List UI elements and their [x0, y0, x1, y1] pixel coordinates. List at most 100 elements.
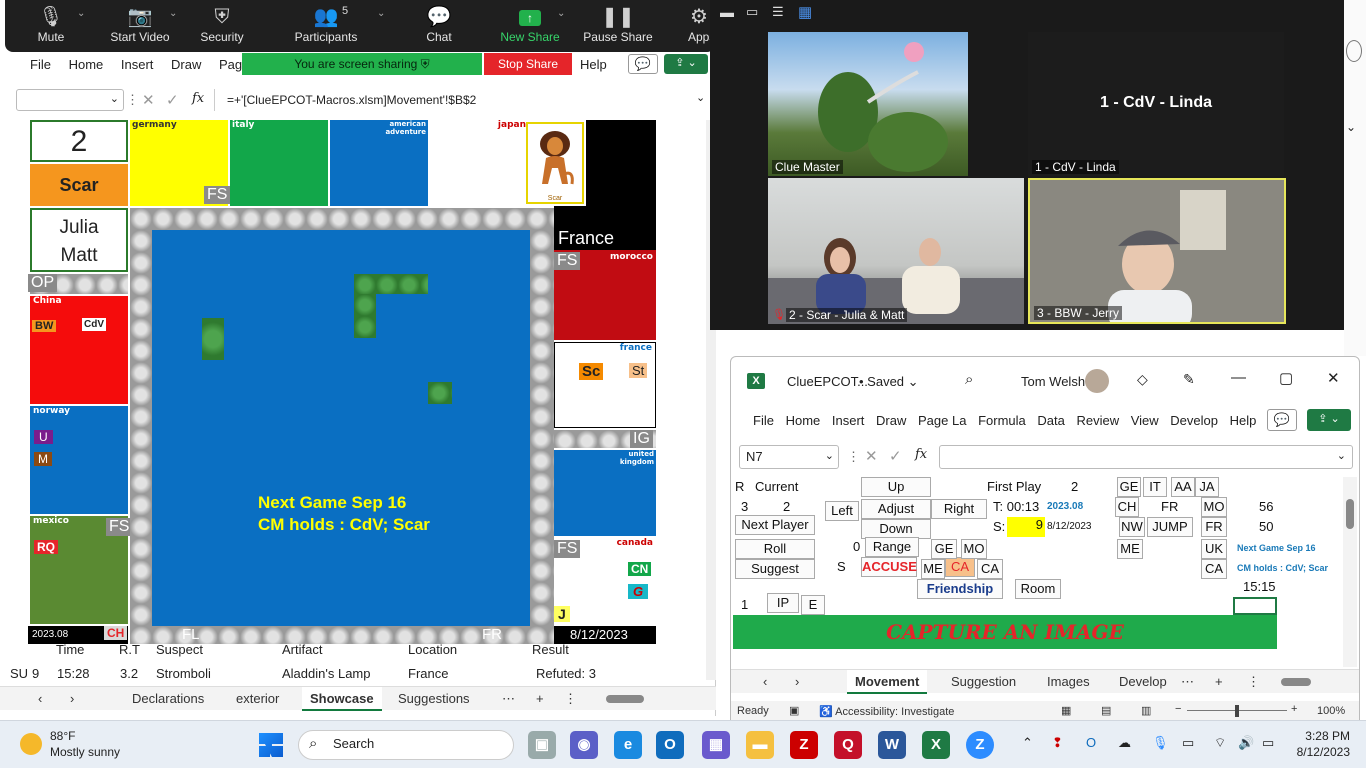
menu-review[interactable]: Review: [1076, 413, 1119, 428]
start-video-button[interactable]: 📷 Start Video: [105, 4, 175, 44]
menu-home[interactable]: Home: [69, 57, 104, 72]
chevron-down-icon[interactable]: ⌄: [557, 8, 565, 19]
stop-share-button[interactable]: Stop Share: [484, 53, 572, 75]
menu-insert[interactable]: Insert: [121, 57, 154, 72]
tab-suggestions[interactable]: Suggestions: [390, 687, 478, 711]
nw-button[interactable]: NW: [1119, 517, 1145, 537]
mo-button[interactable]: MO: [961, 539, 987, 559]
page-break-icon[interactable]: ▥: [1141, 704, 1151, 717]
american-adventure-room[interactable]: american adventure: [330, 120, 428, 206]
formula-input[interactable]: =+'[ClueEPCOT-Macros.xlsm]Movement'!$B$2: [214, 89, 708, 111]
minimize-window-icon[interactable]: —: [1231, 369, 1246, 386]
clock-time[interactable]: 3:28 PM: [1302, 729, 1350, 743]
close-window-icon[interactable]: ✕: [1327, 369, 1340, 387]
tab-menu-icon[interactable]: ⋮: [1239, 670, 1268, 694]
ca-button-3[interactable]: CA: [1201, 559, 1227, 579]
zoom-slider-thumb[interactable]: [1235, 705, 1239, 717]
tab-movement[interactable]: Movement: [847, 670, 928, 694]
new-share-button[interactable]: ↑ New Share: [497, 4, 563, 44]
maximize-window-icon[interactable]: ▢: [1279, 369, 1293, 387]
volume-icon[interactable]: 🔊: [1238, 735, 1254, 751]
menu-formulas[interactable]: Formula: [978, 413, 1026, 428]
search-icon[interactable]: ⌕: [965, 371, 973, 388]
chevron-down-icon[interactable]: ⌄: [377, 8, 385, 19]
file-explorer-icon[interactable]: ▬: [746, 731, 774, 759]
vertical-scrollbar[interactable]: [1343, 477, 1357, 667]
weather-sun-icon[interactable]: [20, 733, 42, 755]
ca-button[interactable]: CA: [945, 557, 975, 577]
selected-cell-n7[interactable]: [1233, 597, 1277, 615]
ch-button[interactable]: CH: [1115, 497, 1139, 517]
speaker-view-icon[interactable]: ☰: [772, 4, 784, 20]
tab-prev-icon[interactable]: ‹: [755, 670, 775, 694]
fr-button[interactable]: FR: [1201, 517, 1227, 537]
more-tabs-icon[interactable]: ⋯: [1173, 670, 1202, 694]
suggest-button[interactable]: Suggest: [735, 559, 815, 579]
page-layout-icon[interactable]: ▤: [1101, 704, 1111, 717]
e-button[interactable]: E: [801, 595, 825, 615]
italy-room[interactable]: italy: [230, 120, 328, 206]
fx-icon[interactable]: fx: [915, 447, 927, 462]
capture-image-button[interactable]: CAPTURE AN IMAGE: [733, 615, 1277, 649]
next-player-button[interactable]: Next Player: [735, 515, 815, 535]
menu-help[interactable]: Help: [1230, 413, 1257, 428]
me-button[interactable]: ME: [921, 559, 945, 579]
diamond-icon[interactable]: ◇: [1137, 371, 1148, 388]
macro-record-icon[interactable]: ▣: [789, 704, 799, 717]
me-button-2[interactable]: ME: [1117, 539, 1143, 559]
zoom-out-icon[interactable]: −: [1175, 703, 1181, 715]
china-room[interactable]: China BW CdV: [30, 296, 128, 404]
restore-icon[interactable]: ▭: [746, 4, 758, 20]
tray-outlook-icon[interactable]: O: [1086, 735, 1096, 750]
mo-button-2[interactable]: MO: [1201, 497, 1227, 517]
accessibility-status[interactable]: ♿ Accessibility: Investigate: [819, 705, 954, 718]
q-app-icon[interactable]: Q: [834, 731, 862, 759]
horizontal-scrollbar[interactable]: [1281, 678, 1311, 686]
apps-button[interactable]: ⚙ Apps: [688, 4, 710, 44]
roll-button[interactable]: Roll: [735, 539, 815, 559]
tab-next-icon[interactable]: ›: [62, 687, 82, 711]
range-button[interactable]: Range: [865, 537, 919, 557]
down-button[interactable]: Down: [861, 519, 931, 539]
battery-icon[interactable]: ▭: [1262, 735, 1274, 751]
filezilla-icon[interactable]: Z: [790, 731, 818, 759]
menu-home[interactable]: Home: [786, 413, 821, 428]
tray-app-icon[interactable]: ❢: [1052, 735, 1063, 751]
menu-file[interactable]: File: [753, 413, 774, 428]
pause-share-button[interactable]: ❚❚ Pause Share: [583, 4, 653, 44]
mute-button[interactable]: 🎙 Mute: [27, 4, 75, 44]
france-room[interactable]: france Sc St: [554, 342, 656, 428]
tab-suggestion[interactable]: Suggestion: [943, 670, 1024, 694]
video-linda[interactable]: 1 - CdV - Linda 1 - CdV - Linda: [1028, 32, 1284, 176]
participants-button[interactable]: 👥 Participants: [290, 4, 362, 44]
horizontal-scrollbar[interactable]: [606, 695, 644, 703]
menu-developer[interactable]: Develop: [1170, 413, 1218, 428]
it-button[interactable]: IT: [1143, 477, 1167, 497]
menu-page-layout[interactable]: Page La: [918, 413, 966, 428]
outlook-icon[interactable]: O: [656, 731, 684, 759]
right-button[interactable]: Right: [931, 499, 987, 519]
up-button[interactable]: Up: [861, 477, 931, 497]
weather-desc[interactable]: Mostly sunny: [50, 745, 120, 759]
cancel-icon[interactable]: ✕: [865, 447, 878, 465]
accuse-button[interactable]: ACCUSE: [861, 557, 917, 577]
tab-next-icon[interactable]: ›: [787, 670, 807, 694]
tray-chevron-icon[interactable]: ⌃: [1022, 735, 1033, 751]
menu-file[interactable]: File: [30, 57, 51, 72]
chevron-down-icon[interactable]: ⌄: [169, 8, 177, 19]
avatar[interactable]: [1085, 369, 1109, 393]
cancel-icon[interactable]: ✕: [142, 91, 155, 109]
mic-tray-icon[interactable]: 🎙: [1152, 735, 1169, 751]
minimize-icon[interactable]: ▬: [720, 4, 734, 20]
zoom-in-icon[interactable]: +: [1291, 703, 1297, 715]
tab-prev-icon[interactable]: ‹: [30, 687, 50, 711]
ja-button[interactable]: JA: [1195, 477, 1219, 497]
weather-temp[interactable]: 88°F: [50, 729, 75, 743]
video-clue-master[interactable]: Clue Master: [768, 32, 968, 176]
fx-icon[interactable]: fx: [192, 91, 204, 106]
comment-icon[interactable]: 💬: [628, 54, 658, 74]
display-icon[interactable]: ▭: [1182, 735, 1194, 751]
chevron-down-icon[interactable]: ⌄: [696, 91, 705, 104]
room-button[interactable]: Room: [1015, 579, 1061, 599]
tab-images[interactable]: Images: [1039, 670, 1098, 694]
